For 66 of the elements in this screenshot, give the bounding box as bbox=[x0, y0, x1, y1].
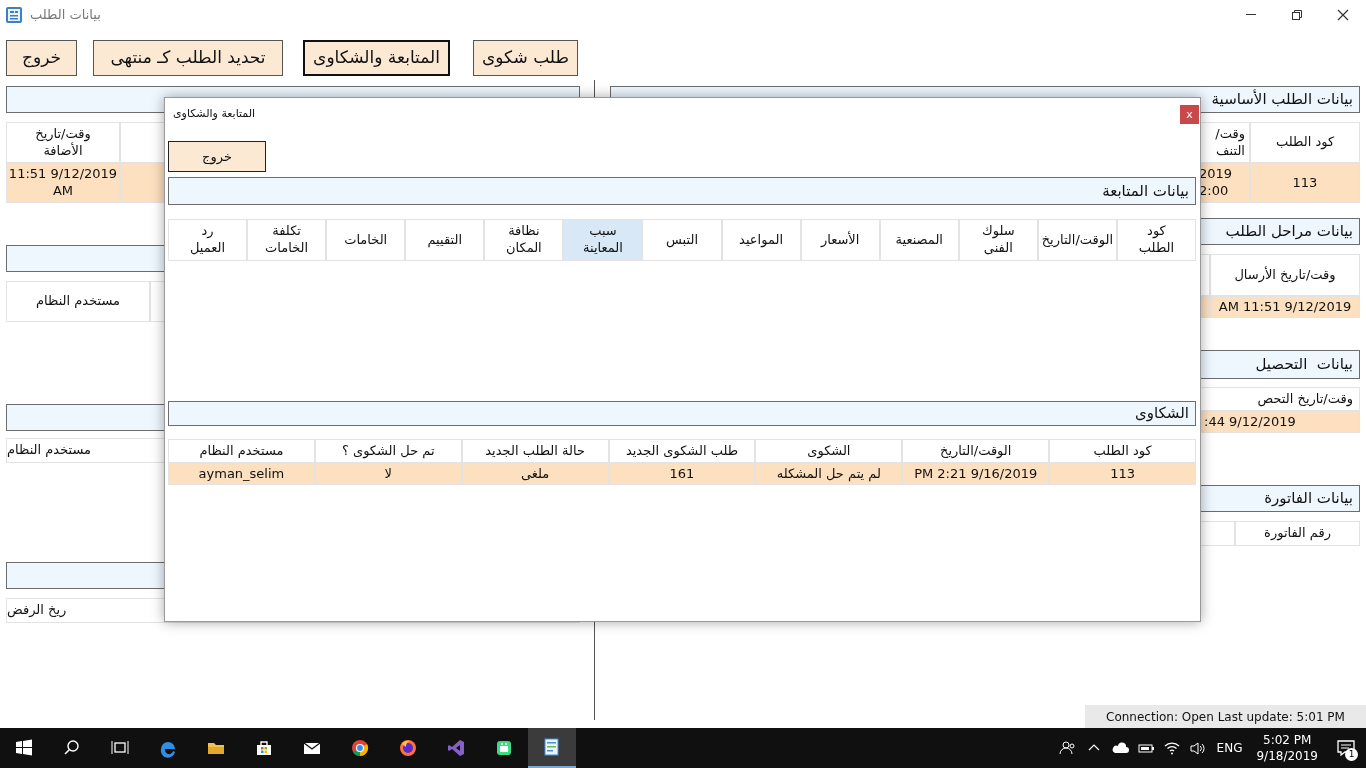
colored-circle-icon[interactable] bbox=[350, 738, 370, 758]
table-cell: رقم الفاتورة bbox=[1235, 521, 1360, 546]
table-cell: لا bbox=[314, 463, 462, 485]
column-header[interactable]: كود الطلب bbox=[1116, 219, 1196, 261]
status-bar: Connection: Open Last update: 5:01 PM bbox=[1085, 705, 1366, 728]
column-header: تم حل الشكوى ؟ bbox=[314, 439, 462, 463]
column-header[interactable]: الخامات bbox=[326, 219, 406, 261]
shopping-bag-icon[interactable] bbox=[254, 738, 274, 758]
table-cell: مستخدم النظام bbox=[6, 281, 150, 322]
column-header[interactable]: الأسعار bbox=[800, 219, 880, 261]
column-header[interactable]: نظافة المكان bbox=[484, 219, 564, 261]
notification-icon[interactable] bbox=[1336, 738, 1356, 758]
taskbar-button[interactable] bbox=[528, 728, 576, 768]
column-header[interactable]: سلوك الفنى bbox=[958, 219, 1038, 261]
column-header: الشكوى bbox=[755, 439, 903, 463]
column-header[interactable]: رد العميل bbox=[168, 219, 248, 261]
round-globe-icon[interactable] bbox=[398, 738, 418, 758]
window-title: بيانات الطلب bbox=[30, 6, 101, 25]
table-cell: كود الطلب bbox=[1250, 122, 1360, 163]
clock-time[interactable]: 5:02 PM bbox=[1263, 731, 1312, 748]
section-header: بيانات المتابعة bbox=[168, 177, 1196, 205]
clock-date[interactable]: 9/18/2019 bbox=[1256, 748, 1318, 765]
table-cell: 113 bbox=[1250, 163, 1360, 203]
restore-icon bbox=[1291, 9, 1303, 21]
column-header: طلب الشكوى الجديد bbox=[608, 439, 756, 463]
column-header: حالة الطلب الجديد bbox=[461, 439, 609, 463]
toolbar-button[interactable]: تحديد الطلب كـ منتهى bbox=[93, 40, 283, 76]
table-cell: AM 11:51 9/12/2019 bbox=[1210, 296, 1360, 318]
start-icon[interactable] bbox=[14, 738, 34, 758]
column-header[interactable]: التبس bbox=[642, 219, 722, 261]
notification-badge: 1 bbox=[1345, 748, 1358, 761]
document-icon[interactable] bbox=[542, 737, 562, 757]
table-cell: :44 9/12/2019 bbox=[1200, 411, 1360, 433]
table-cell: وقت/تاريخ الأرسال bbox=[1210, 254, 1360, 296]
column-header: الوقت/التاريخ bbox=[902, 439, 1050, 463]
app-icon bbox=[5, 6, 23, 24]
table-cell: وقت/تاريخ التحص bbox=[1200, 387, 1360, 411]
toolbar-button[interactable]: المتابعة والشكاوى bbox=[303, 40, 450, 76]
speaker-icon[interactable] bbox=[1188, 739, 1207, 757]
close-icon bbox=[1337, 9, 1349, 21]
table-cell: 113 bbox=[1049, 463, 1196, 485]
column-header[interactable]: المصنعية bbox=[879, 219, 959, 261]
toolbar-button[interactable]: خروج bbox=[6, 40, 77, 76]
language-indicator[interactable]: ENG bbox=[1216, 739, 1243, 757]
toolbar-button[interactable]: طلب شكوى bbox=[473, 40, 578, 76]
table-cell: وقت/تاريخ الأضافة bbox=[6, 122, 120, 163]
table-cell: لم يتم حل المشكله bbox=[755, 463, 903, 485]
table-cell: 161 bbox=[608, 463, 756, 485]
table-cell: ayman_selim bbox=[168, 463, 315, 485]
table-cell: PM 2:21 9/16/2019 bbox=[902, 463, 1050, 485]
column-header[interactable]: المواعيد bbox=[721, 219, 801, 261]
column-header[interactable]: تكلفة الخامات bbox=[247, 219, 327, 261]
column-header: مستخدم النظام bbox=[168, 439, 315, 463]
close-button[interactable]: x bbox=[1180, 105, 1199, 124]
table-cell: 11:51 9/12/2019 AM bbox=[6, 163, 120, 203]
column-header[interactable]: التقييم bbox=[405, 219, 485, 261]
people-icon[interactable] bbox=[1058, 739, 1077, 757]
column-header[interactable]: الوقت/التاريخ bbox=[1037, 219, 1117, 261]
table-cell: ملغى bbox=[461, 463, 609, 485]
robot-icon[interactable] bbox=[494, 738, 514, 758]
column-header: كود الطلب bbox=[1049, 439, 1196, 463]
section-header: الشكاوى bbox=[168, 401, 1196, 426]
dialog-title: المتابعة والشكاوى bbox=[173, 105, 256, 122]
column-header[interactable]: سبب المعاينة bbox=[563, 219, 643, 261]
exit-button[interactable]: خروج bbox=[168, 141, 266, 172]
ribbon-icon[interactable] bbox=[446, 738, 466, 758]
